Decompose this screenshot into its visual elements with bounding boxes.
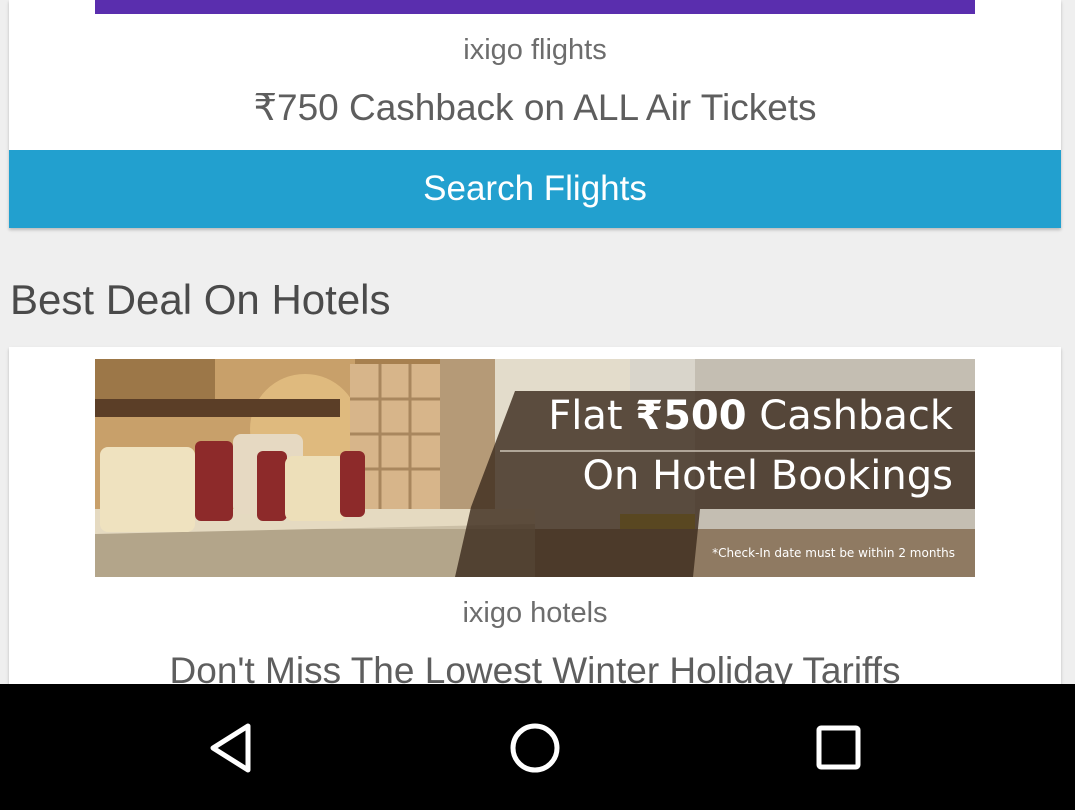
system-navigation-bar — [0, 684, 1075, 810]
flight-deal-card[interactable]: ixigo flights ₹750 Cashback on ALL Air T… — [9, 0, 1061, 228]
recents-button[interactable] — [806, 716, 870, 780]
banner-line-1-suffix: Cashback — [746, 393, 953, 439]
banner-line-1: Flat ₹500 Cashback — [548, 393, 953, 439]
flight-offer-text: ₹750 Cashback on ALL Air Tickets — [253, 87, 817, 128]
search-flights-button[interactable]: Search Flights — [9, 150, 1061, 228]
banner-line-2: On Hotel Bookings — [582, 453, 953, 499]
flight-provider-label: ixigo flights — [463, 34, 607, 66]
flight-banner-image[interactable] — [95, 0, 975, 14]
banner-line-1-prefix: Flat — [548, 393, 636, 439]
section-title-hotels: Best Deal On Hotels — [10, 276, 391, 323]
home-circle-icon — [510, 723, 560, 773]
hotel-banner-image[interactable]: Flat ₹500 Cashback On Hotel Bookings *Ch… — [95, 359, 975, 577]
banner-cashback-amount: ₹500 — [635, 393, 747, 439]
recents-square-icon — [816, 725, 861, 770]
banner-footnote: *Check-In date must be within 2 months — [712, 546, 955, 560]
back-triangle-icon — [210, 723, 251, 773]
hotel-provider-label: ixigo hotels — [462, 597, 608, 629]
back-button[interactable] — [200, 716, 264, 780]
home-button[interactable] — [503, 716, 567, 780]
